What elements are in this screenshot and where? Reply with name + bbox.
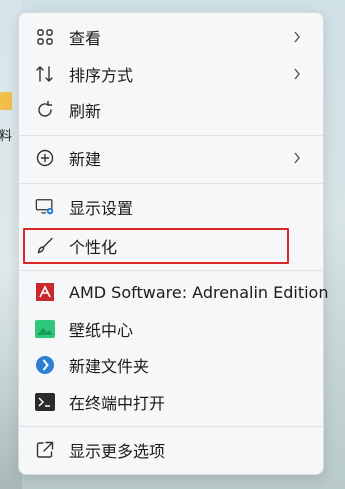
menu-item-label: AMD Software: Adrenalin Edition	[69, 282, 329, 302]
refresh-icon	[35, 100, 55, 120]
amd-icon	[35, 282, 55, 302]
menu-item-sort[interactable]: 排序方式	[19, 56, 323, 92]
menu-separator	[19, 270, 323, 271]
chevron-right-icon	[291, 66, 303, 82]
menu-item-label: 壁纸中心	[69, 321, 134, 340]
menu-item-open-terminal[interactable]: 在终端中打开	[19, 384, 323, 420]
menu-separator	[19, 426, 323, 427]
wallpaper-icon	[35, 319, 55, 339]
menu-item-view[interactable]: 查看	[19, 19, 323, 55]
menu-item-label: 新建	[69, 150, 102, 169]
menu-item-amd-software[interactable]: AMD Software: Adrenalin Edition	[19, 274, 328, 310]
menu-item-refresh[interactable]: 刷新	[19, 92, 323, 128]
menu-item-label: 在终端中打开	[69, 394, 166, 413]
display-settings-icon	[35, 197, 55, 217]
terminal-icon	[35, 392, 55, 412]
new-folder-icon	[35, 355, 55, 375]
menu-item-label: 刷新	[69, 102, 102, 121]
sort-icon	[35, 64, 55, 84]
context-menu: 查看 排序方式 刷新 新建 显示设置 个性化 AMD Software: Adr…	[18, 12, 328, 475]
more-options-icon	[35, 440, 55, 460]
menu-item-label: 新建文件夹	[69, 357, 150, 376]
menu-item-label: 显示设置	[69, 199, 134, 218]
menu-separator	[19, 183, 323, 184]
brush-icon	[35, 236, 55, 256]
menu-item-wallpaper-center[interactable]: 壁纸中心	[19, 311, 323, 347]
menu-item-label: 查看	[69, 29, 102, 48]
desktop-folder-label[interactable]: 资料	[0, 125, 12, 144]
menu-item-display-settings[interactable]: 显示设置	[19, 189, 323, 225]
menu-item-label: 排序方式	[69, 66, 134, 85]
menu-item-label: 个性化	[69, 238, 118, 257]
menu-item-label: 显示更多选项	[69, 442, 166, 461]
menu-separator	[19, 135, 323, 136]
menu-item-more-options[interactable]: 显示更多选项	[19, 432, 323, 468]
chevron-right-icon	[291, 29, 303, 45]
desktop-folder-icon[interactable]	[0, 92, 12, 110]
menu-item-new[interactable]: 新建	[19, 140, 323, 176]
grid-icon	[35, 27, 55, 47]
new-icon	[35, 148, 55, 168]
chevron-right-icon	[291, 150, 303, 166]
menu-item-new-folder[interactable]: 新建文件夹	[19, 347, 323, 383]
menu-item-personalize[interactable]: 个性化	[23, 228, 289, 264]
